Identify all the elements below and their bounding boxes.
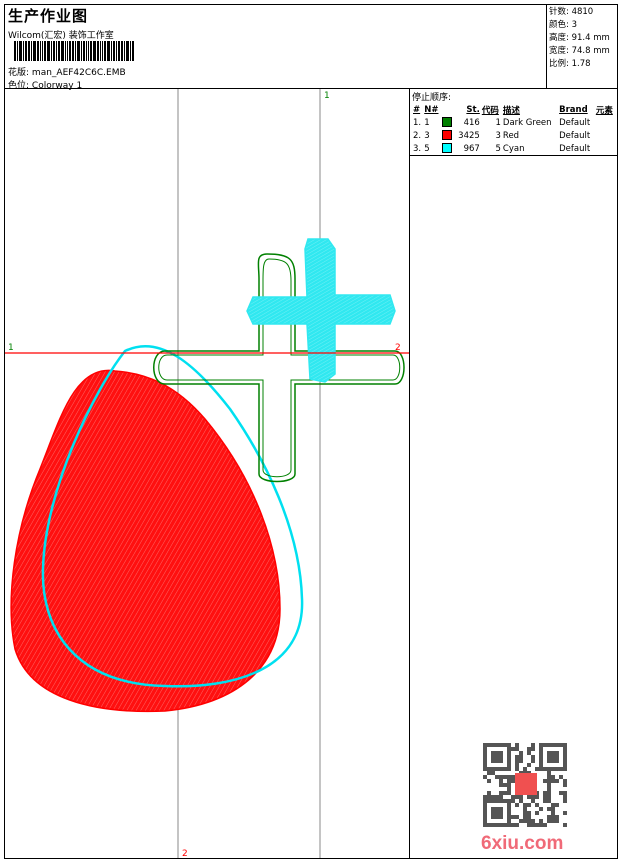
cyan-cross-fill [246, 238, 396, 383]
worksheet-frame: 生产作业图 Wilcom(汇宏) 装饰工作室 花版: man_AEF42C6C.… [4, 4, 618, 859]
marker-bottom: 2 [182, 849, 188, 858]
stat-height: 高度: 91.4 mm [549, 33, 610, 43]
table-header: # N# St. 代码 描述 Brand 元素 [413, 105, 613, 116]
stop-sequence-title: 停止顺序: [412, 93, 452, 103]
qr-code-watermark [483, 743, 571, 827]
stat-width: 宽度: 74.8 mm [549, 46, 610, 56]
marker-top: 1 [324, 91, 330, 101]
color-swatch [442, 117, 453, 128]
company-name: Wilcom(汇宏) 装饰工作室 [8, 31, 114, 41]
stat-scale: 比例: 1.78 [549, 59, 591, 69]
marker-left: 1 [8, 343, 14, 353]
header: 生产作业图 Wilcom(汇宏) 装饰工作室 花版: man_AEF42C6C.… [5, 5, 617, 91]
page-title: 生产作业图 [8, 7, 89, 25]
stat-stitches: 针数: 4810 [549, 7, 594, 17]
design-value: man_AEF42C6C.EMB [31, 68, 126, 78]
color-swatch [442, 130, 453, 141]
design-file: 花版: man_AEF42C6C.EMB [8, 65, 126, 78]
design-label: 花版: [8, 68, 30, 78]
table-row: 2. 3 3425 3 Red Default [413, 130, 591, 141]
color-swatch [442, 143, 453, 154]
stop-sequence: 停止顺序: # N# St. 代码 描述 Brand 元素 1. 1 416 1 Dark Gr… [410, 89, 618, 156]
table-row: 1. 1 416 1 Dark Green Default [413, 117, 591, 128]
design-canvas: 1 2 1 2 [5, 89, 409, 859]
stat-colors: 颜色: 3 [549, 20, 577, 30]
table-row: 3. 5 967 5 Cyan Default [413, 143, 591, 154]
watermark-logo: 6xiu.com [481, 833, 564, 854]
barcode [14, 41, 194, 61]
marker-right: 2 [395, 343, 401, 353]
stop-sequence-table: # N# St. 代码 描述 Brand 元素 1. 1 416 1 Dark Green Def… [412, 104, 616, 155]
stats-panel: 针数: 4810 颜色: 3 高度: 91.4 mm 宽度: 74.8 mm 比… [546, 5, 617, 89]
